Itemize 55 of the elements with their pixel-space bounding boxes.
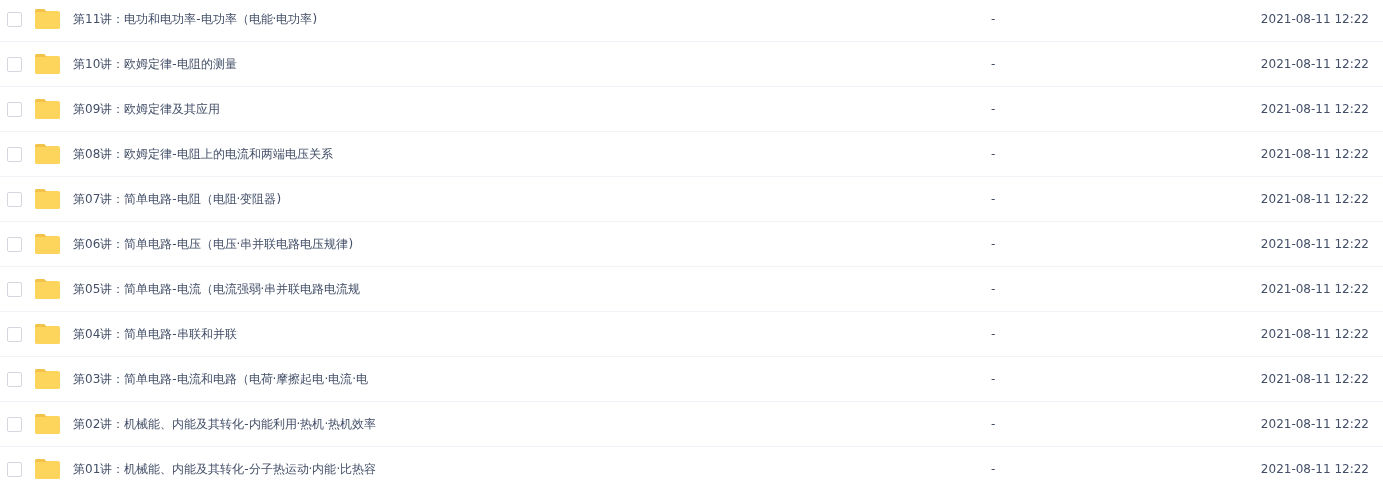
file-name[interactable]: 第08讲：欧姆定律-电阻上的电流和两端电压关系 (73, 145, 973, 163)
file-name[interactable]: 第01讲：机械能、内能及其转化-分子热运动·内能·比热容 (73, 460, 973, 478)
modified-date: 2021-08-11 12:22 (1260, 12, 1369, 26)
file-size: - (991, 102, 997, 116)
checkbox[interactable] (7, 281, 22, 297)
folder-icon (34, 368, 61, 390)
checkbox[interactable] (7, 11, 22, 27)
modified-date: 2021-08-11 12:22 (1260, 147, 1369, 161)
folder-icon (34, 323, 61, 345)
checkbox[interactable] (7, 461, 22, 477)
file-size: - (991, 147, 997, 161)
file-size: - (991, 57, 997, 71)
file-name[interactable]: 第02讲：机械能、内能及其转化-内能利用·热机·热机效率 (73, 415, 973, 433)
file-name[interactable]: 第03讲：简单电路-电流和电路（电荷·摩擦起电·电流·电 (73, 370, 973, 388)
file-size: - (991, 462, 997, 476)
file-size: - (991, 327, 997, 341)
file-size: - (991, 237, 997, 251)
folder-icon (34, 458, 61, 480)
folder-icon (34, 8, 61, 30)
folder-icon (34, 413, 61, 435)
file-size: - (991, 417, 997, 431)
modified-date: 2021-08-11 12:22 (1260, 282, 1369, 296)
file-name[interactable]: 第07讲：简单电路-电阻（电阻·变阻器) (73, 190, 973, 208)
modified-date: 2021-08-11 12:22 (1260, 462, 1369, 476)
checkbox[interactable] (7, 191, 22, 207)
checkbox[interactable] (7, 416, 22, 432)
checkbox[interactable] (7, 146, 22, 162)
file-size: - (991, 12, 997, 26)
file-name[interactable]: 第06讲：简单电路-电压（电压·串并联电路电压规律) (73, 235, 973, 253)
file-name[interactable]: 第10讲：欧姆定律-电阻的测量 (73, 55, 973, 73)
checkbox[interactable] (7, 326, 22, 342)
file-name[interactable]: 第11讲：电功和电功率-电功率（电能·电功率) (73, 10, 973, 28)
modified-date: 2021-08-11 12:22 (1260, 372, 1369, 386)
folder-icon (34, 143, 61, 165)
file-size: - (991, 282, 997, 296)
checkbox[interactable] (7, 371, 22, 387)
modified-date: 2021-08-11 12:22 (1260, 327, 1369, 341)
file-size: - (991, 192, 997, 206)
modified-date: 2021-08-11 12:22 (1260, 417, 1369, 431)
file-name[interactable]: 第05讲：简单电路-电流（电流强弱·串并联电路电流规 (73, 280, 973, 298)
file-name[interactable]: 第09讲：欧姆定律及其应用 (73, 100, 973, 118)
checkbox[interactable] (7, 236, 22, 252)
folder-icon (34, 278, 61, 300)
modified-date: 2021-08-11 12:22 (1260, 57, 1369, 71)
folder-icon (34, 53, 61, 75)
folder-icon (34, 98, 61, 120)
checkbox[interactable] (7, 101, 22, 117)
folder-icon (34, 188, 61, 210)
file-name[interactable]: 第04讲：简单电路-串联和并联 (73, 325, 973, 343)
file-size: - (991, 372, 997, 386)
folder-icon (34, 233, 61, 255)
checkbox[interactable] (7, 56, 22, 72)
modified-date: 2021-08-11 12:22 (1260, 237, 1369, 251)
modified-date: 2021-08-11 12:22 (1260, 192, 1369, 206)
modified-date: 2021-08-11 12:22 (1260, 102, 1369, 116)
